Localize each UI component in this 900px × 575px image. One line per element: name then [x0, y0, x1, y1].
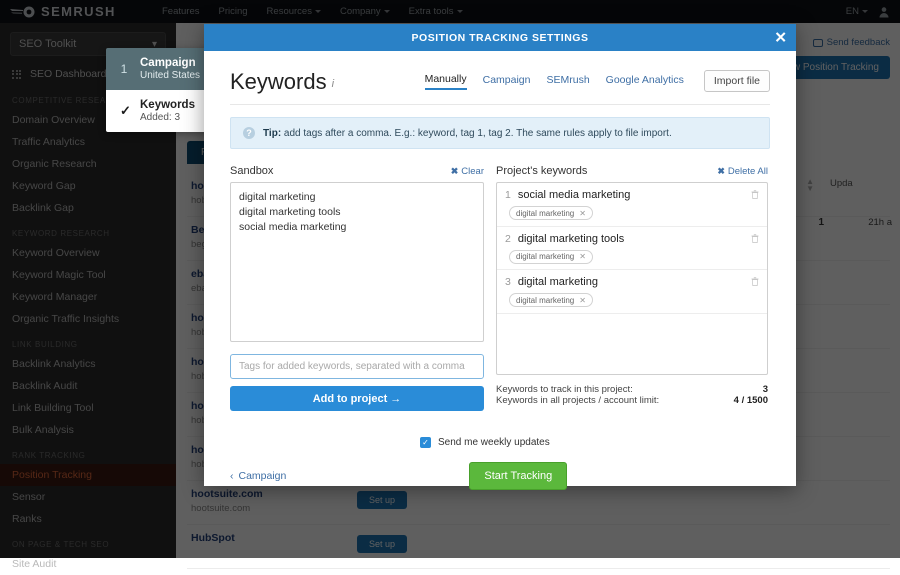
keyword-line: 1 social media marketing — [505, 189, 759, 201]
clear-label: Clear — [461, 165, 484, 177]
tags-input[interactable] — [230, 354, 484, 379]
close-icon[interactable]: ✕ — [579, 296, 586, 305]
tab-google-analytics[interactable]: Google Analytics — [606, 74, 684, 89]
keyword-text: digital marketing — [517, 276, 598, 288]
project-keywords-header: Project's keywords ✖ Delete All — [496, 165, 768, 177]
keyword-index: 2 — [505, 232, 511, 245]
keyword-tag-chip[interactable]: digital marketing ✕ — [509, 249, 593, 264]
keyword-tag-chip[interactable]: digital marketing ✕ — [509, 206, 593, 220]
close-icon[interactable]: ✕ — [579, 252, 586, 261]
counter-label: Keywords in all projects / account limit… — [496, 395, 660, 406]
project-keywords-column: Project's keywords ✖ Delete All 1 social… — [496, 165, 768, 411]
keyword-index: 3 — [505, 276, 511, 288]
trash-icon[interactable] — [751, 190, 759, 199]
tab-semrush[interactable]: SEMrush — [546, 74, 589, 89]
project-keywords-list: 1 social media marketing digital marketi… — [496, 182, 768, 375]
clear-sandbox-button[interactable]: ✖ Clear — [451, 166, 484, 177]
tab-manually[interactable]: Manually — [424, 73, 467, 90]
trash-icon[interactable] — [751, 277, 759, 286]
check-icon: ✓ — [120, 103, 131, 118]
source-tabs: Manually Campaign SEMrush Google Analyti… — [424, 70, 770, 95]
weekly-updates-label: Send me weekly updates — [438, 437, 550, 448]
close-icon[interactable]: ✕ — [774, 30, 787, 45]
page-title: Keywords — [230, 69, 327, 94]
import-file-button[interactable]: Import file — [703, 70, 770, 92]
step-title: Campaign — [140, 57, 196, 69]
close-icon: ✖ — [717, 165, 725, 176]
tip-prefix: Tip: — [263, 127, 282, 139]
modal-footer: ✓ Send me weekly updates ‹ Campaign Star… — [204, 437, 796, 490]
counter-value: 4 / 1500 — [733, 395, 768, 406]
close-icon[interactable]: ✕ — [579, 209, 586, 218]
tip-text: add tags after a comma. E.g.: keyword, t… — [281, 127, 672, 139]
delete-all-button[interactable]: ✖ Delete All — [717, 166, 768, 177]
sandbox-header: Sandbox ✖ Clear — [230, 165, 484, 177]
list-item[interactable]: 2 digital marketing tools digital market… — [497, 227, 767, 270]
keyword-text: digital marketing tools — [517, 232, 625, 245]
keyword-line: 2 digital marketing tools — [505, 233, 759, 245]
keyword-tag-chip[interactable]: digital marketing ✕ — [509, 293, 593, 307]
position-tracking-settings-modal: POSITION TRACKING SETTINGS ✕ Keywords i … — [204, 24, 796, 490]
keyword-index: 1 — [505, 189, 511, 201]
chevron-left-icon: ‹ — [230, 470, 234, 482]
counter-value: 3 — [762, 384, 768, 395]
step-subtitle: United States — [140, 70, 201, 81]
tab-campaign[interactable]: Campaign — [483, 74, 531, 89]
close-icon: ✖ — [450, 165, 459, 176]
question-mark-icon: ? — [243, 127, 255, 139]
step-subtitle: Added: 3 — [140, 112, 181, 123]
keyword-counters: Keywords to track in this project: 3 Key… — [496, 384, 768, 406]
back-label: Campaign — [238, 470, 287, 482]
counter-row: Keywords in all projects / account limit… — [496, 395, 768, 406]
step-title: Keywords — [140, 99, 195, 111]
tag-label: digital marketing — [516, 252, 575, 261]
counter-row: Keywords to track in this project: 3 — [496, 384, 768, 395]
keyword-text: social media marketing — [517, 189, 631, 201]
weekly-updates-row[interactable]: ✓ Send me weekly updates — [230, 437, 770, 448]
sandbox-column: Sandbox ✖ Clear Add to project → — [230, 165, 484, 411]
delete-all-label: Delete All — [727, 165, 768, 177]
project-keywords-label: Project's keywords — [496, 165, 588, 177]
weekly-updates-checkbox[interactable]: ✓ — [420, 437, 431, 448]
sandbox-textarea[interactable] — [230, 182, 484, 342]
start-tracking-button[interactable]: Start Tracking — [469, 462, 568, 490]
keyword-line: 3 digital marketing — [505, 276, 759, 288]
info-icon[interactable]: i — [332, 78, 334, 90]
trash-icon[interactable] — [751, 233, 759, 243]
modal-title: POSITION TRACKING SETTINGS — [411, 31, 589, 44]
modal-header: POSITION TRACKING SETTINGS ✕ — [204, 24, 796, 51]
sandbox-label: Sandbox — [230, 165, 274, 177]
counter-label: Keywords to track in this project: — [496, 384, 633, 395]
back-to-campaign-link[interactable]: ‹ Campaign — [230, 470, 286, 482]
keywords-columns: Sandbox ✖ Clear Add to project → Project… — [230, 165, 770, 411]
list-item[interactable]: 1 social media marketing digital marketi… — [497, 183, 767, 227]
modal-heading-row: Keywords i Manually Campaign SEMrush Goo… — [230, 69, 770, 95]
modal-actions: ‹ Campaign Start Tracking — [230, 462, 770, 490]
tag-label: digital marketing — [516, 208, 575, 218]
divider — [230, 104, 770, 105]
tip-banner: ? Tip: add tags after a comma. E.g.: key… — [230, 117, 770, 149]
tag-label: digital marketing — [516, 295, 575, 305]
modal-body: Keywords i Manually Campaign SEMrush Goo… — [204, 51, 796, 411]
step-number: 1 — [120, 62, 128, 76]
add-to-project-button[interactable]: Add to project → — [230, 386, 484, 411]
list-item[interactable]: 3 digital marketing digital marketing ✕ — [497, 270, 767, 314]
